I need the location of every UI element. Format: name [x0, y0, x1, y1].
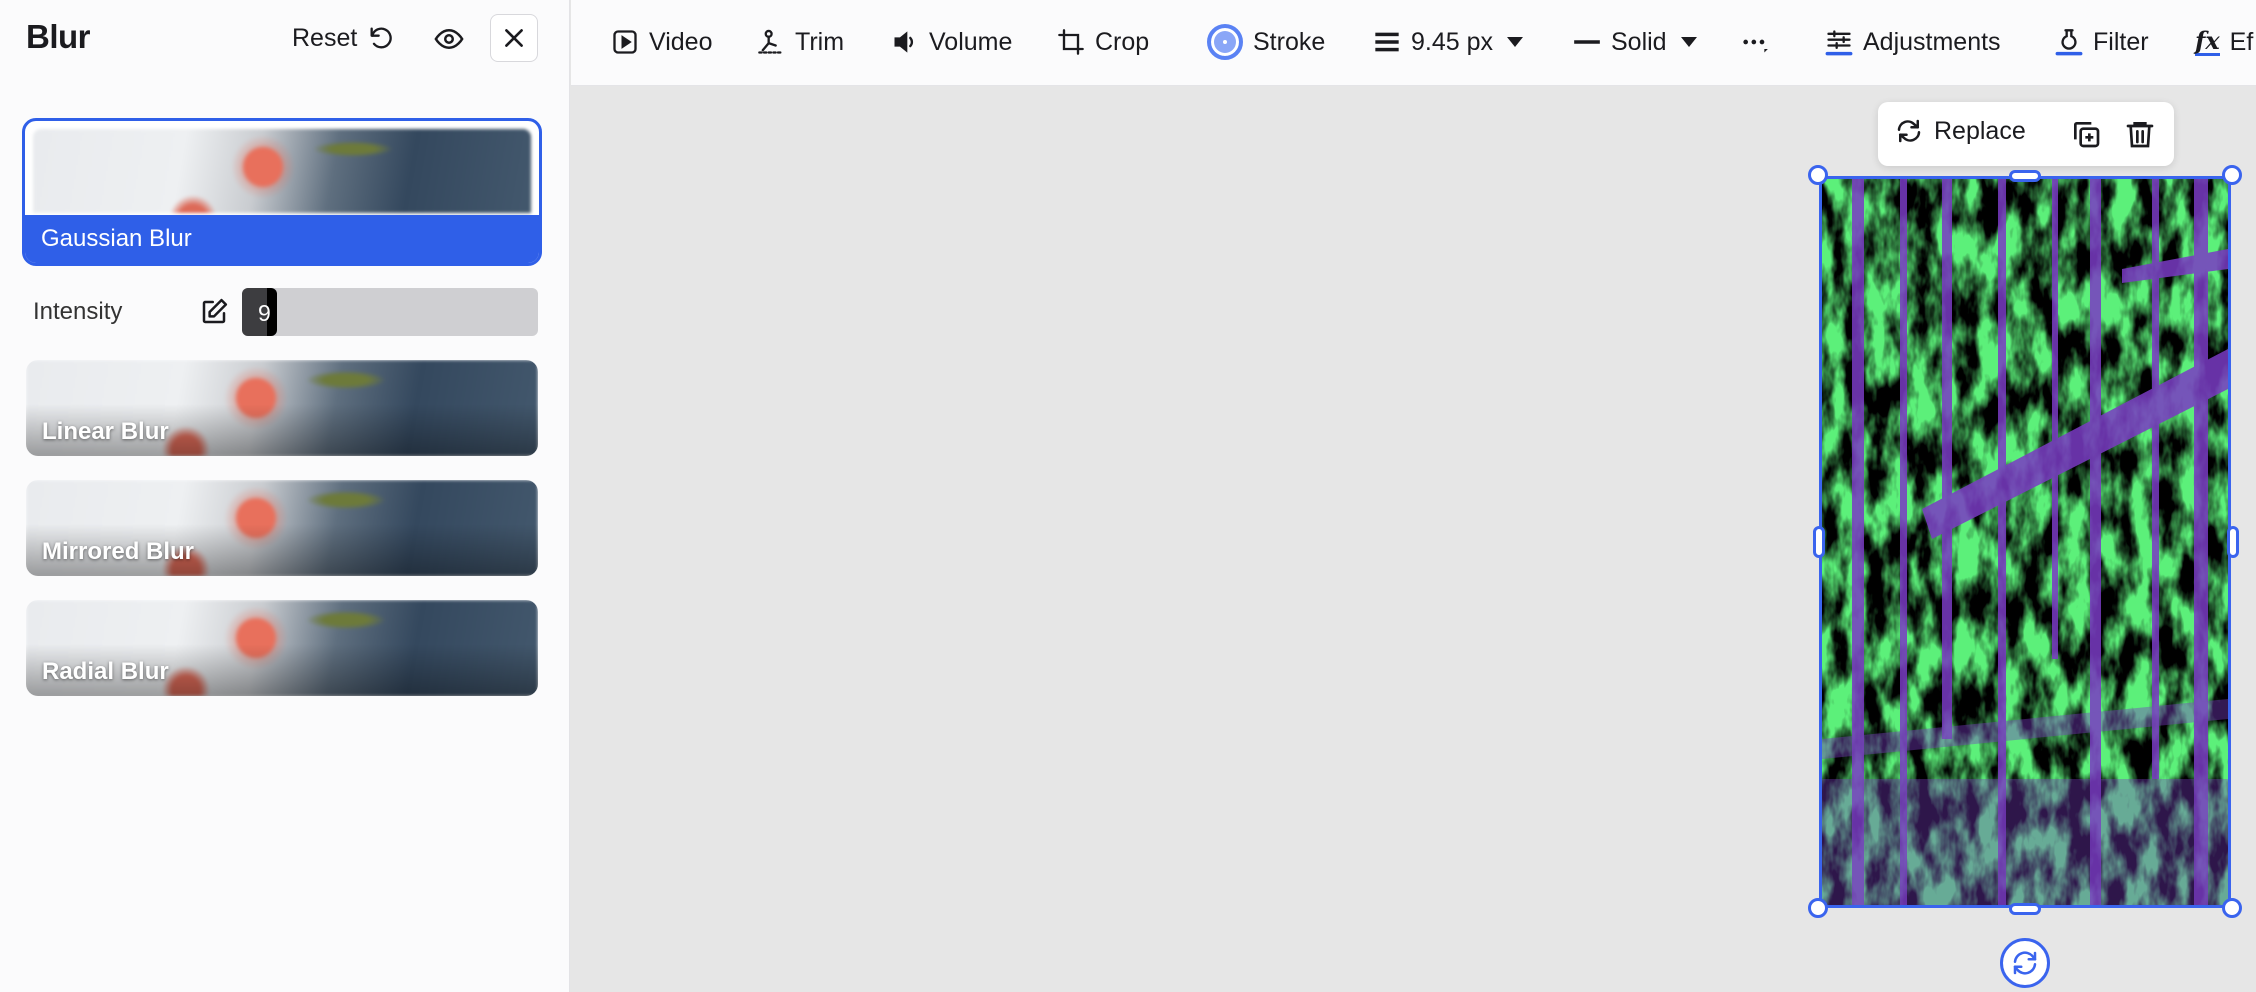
chevron-down-icon [1507, 37, 1524, 47]
resize-handle-bottom-right[interactable] [2222, 898, 2242, 918]
stroke-button[interactable]: Stroke [1207, 20, 1325, 64]
rotate-button[interactable] [2000, 938, 2050, 988]
edit-icon [202, 298, 228, 324]
forest-image [1822, 179, 2228, 905]
blur-option-gaussian[interactable]: Gaussian Blur [22, 118, 542, 266]
intensity-value: 9 [258, 300, 271, 326]
element-context-bar: Replace [1878, 102, 2174, 166]
preview-eye-button[interactable] [430, 20, 468, 58]
resize-handle-top[interactable] [2009, 170, 2041, 182]
solid-line-icon [1574, 40, 1600, 44]
volume-label: Volume [929, 27, 1013, 56]
filter-button[interactable]: Filter [2055, 20, 2149, 64]
line-weight-icon [1375, 32, 1399, 52]
volume-button[interactable]: Volume [891, 20, 1012, 64]
close-icon [505, 29, 523, 47]
intensity-label: Intensity [33, 298, 123, 325]
stroke-style-dropdown[interactable]: Solid [1573, 20, 1697, 64]
resize-handle-left[interactable] [1813, 526, 1825, 558]
video-label: Video [649, 27, 713, 56]
trim-label: Trim [795, 27, 845, 56]
sliders-icon [1825, 30, 1853, 56]
resize-handle-right[interactable] [2227, 526, 2239, 558]
blur-option-label: Linear Blur [42, 418, 169, 445]
blur-option-label: Radial Blur [42, 658, 169, 685]
blur-preview-image [33, 129, 531, 213]
fx-icon: fx [2195, 25, 2220, 56]
resize-handle-bottom[interactable] [2009, 903, 2041, 915]
chevron-down-icon [1680, 37, 1697, 47]
reset-button[interactable]: Reset [292, 16, 395, 60]
crop-button[interactable]: Crop [1057, 20, 1149, 64]
replace-icon [1897, 119, 1921, 143]
resize-handle-bottom-left[interactable] [1808, 898, 1828, 918]
duplicate-icon[interactable] [2070, 118, 2102, 150]
volume-icon [894, 31, 914, 53]
blur-option-label: Mirrored Blur [42, 538, 195, 565]
blur-panel: Blur Reset Gaussian Blur Intensity 9 Lin… [0, 0, 570, 992]
stroke-color-swatch [1207, 24, 1243, 60]
edit-intensity-button[interactable] [196, 294, 232, 330]
intensity-slider[interactable]: 9 [242, 288, 538, 336]
top-toolbar: Video Trim Volume Crop Stroke 9.45 px So… [571, 0, 2256, 86]
effects-label: Ef [2229, 27, 2254, 56]
stroke-style-value: Solid [1611, 27, 1667, 56]
more-options-button[interactable] [1741, 20, 1769, 64]
panel-title: Blur [26, 18, 91, 55]
filter-label: Filter [2093, 27, 2149, 56]
effects-button[interactable]: fx Ef [2195, 20, 2253, 64]
video-button[interactable]: Video [611, 20, 713, 64]
stroke-width-dropdown[interactable]: 9.45 px [1373, 20, 1524, 64]
filter-flask-icon [2055, 29, 2083, 56]
adjustments-label: Adjustments [1863, 27, 2001, 56]
stroke-label: Stroke [1253, 27, 1326, 56]
play-icon [613, 30, 637, 54]
undo-icon [370, 27, 393, 49]
trim-button[interactable]: Trim [757, 20, 844, 64]
trim-icon [758, 29, 784, 54]
blur-option-radial[interactable]: Radial Blur [26, 600, 538, 696]
replace-button[interactable]: Replace [1894, 116, 2026, 146]
replace-label: Replace [1934, 116, 2026, 145]
blur-option-mirrored[interactable]: Mirrored Blur [26, 480, 538, 576]
blur-option-label: Gaussian Blur [41, 225, 192, 252]
resize-handle-top-right[interactable] [2222, 165, 2242, 185]
selected-image[interactable] [1819, 176, 2231, 908]
panel-header: Blur Reset [0, 0, 570, 76]
more-icon [1743, 39, 1768, 53]
rotate-icon [2013, 951, 2037, 975]
trash-icon[interactable] [2124, 118, 2156, 150]
intensity-row: Intensity 9 [26, 288, 538, 336]
stroke-width-value: 9.45 px [1411, 27, 1494, 56]
blur-option-linear[interactable]: Linear Blur [26, 360, 538, 456]
close-panel-button[interactable] [490, 14, 538, 62]
crop-icon [1058, 29, 1084, 55]
adjustments-button[interactable]: Adjustments [1825, 20, 2001, 64]
crop-label: Crop [1095, 27, 1150, 56]
reset-label: Reset [292, 23, 358, 52]
resize-handle-top-left[interactable] [1808, 165, 1828, 185]
eye-icon [434, 28, 464, 50]
